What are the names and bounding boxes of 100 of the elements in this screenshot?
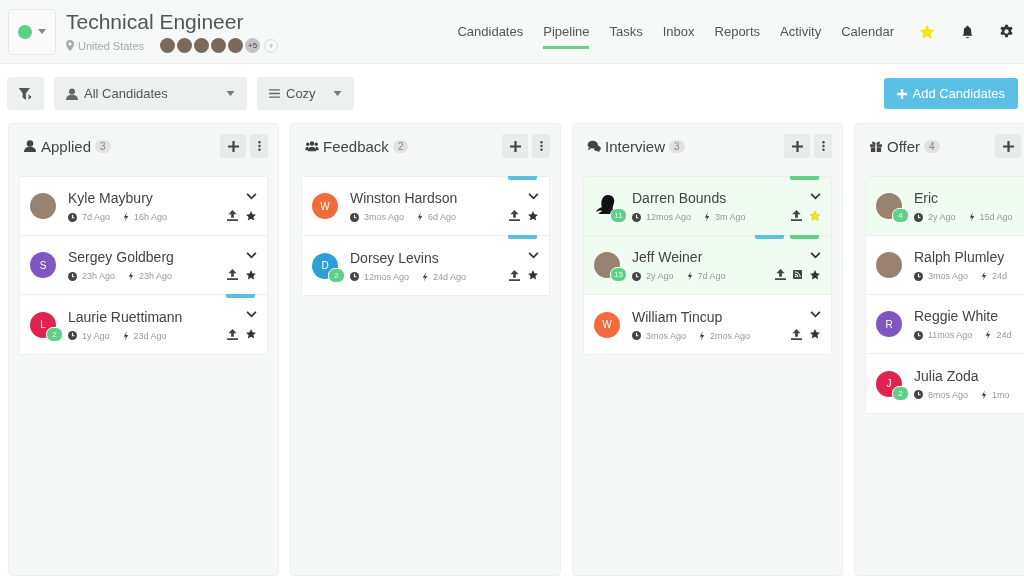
nav-tab[interactable]: Tasks	[609, 18, 643, 49]
stage-icon	[23, 140, 37, 152]
team-avatar[interactable]	[194, 38, 210, 53]
created-time: 2y Ago	[928, 212, 956, 222]
candidate-card[interactable]: 4 Eric 2y Ago 15d Ago	[866, 177, 1024, 236]
star-icon[interactable]	[245, 328, 257, 340]
team-avatar[interactable]	[211, 38, 227, 53]
count-badge: 15	[610, 267, 627, 282]
add-button[interactable]	[995, 134, 1021, 158]
nav-tab[interactable]: Candidates	[457, 18, 524, 49]
candidate-filter-dropdown[interactable]: All Candidates	[54, 77, 247, 110]
candidate-name[interactable]: Darren Bounds	[632, 190, 791, 206]
add-button[interactable]	[220, 134, 246, 158]
candidate-card[interactable]: 15 Jeff Weiner 2y Ago 7d Ago	[584, 236, 831, 295]
initial-avatar: W	[594, 311, 620, 338]
activity-time: 6d Ago	[428, 212, 457, 222]
candidate-name[interactable]: Laurie Ruettimann	[68, 308, 227, 325]
upload-icon[interactable]	[775, 269, 786, 280]
view-density-dropdown[interactable]: Cozy	[257, 77, 354, 110]
activity-time: 24d	[996, 330, 1012, 340]
upload-icon[interactable]	[227, 328, 238, 340]
activity-time: 16h Ago	[134, 212, 168, 222]
candidate-name[interactable]: Ralph Plumley	[914, 249, 1024, 265]
candidate-name[interactable]: Sergey Goldberg	[68, 249, 227, 265]
team-avatar[interactable]	[177, 38, 193, 53]
candidate-name[interactable]: William Tincup	[632, 308, 791, 325]
star-icon[interactable]	[809, 268, 821, 281]
nav-tab[interactable]: Reports	[714, 18, 761, 49]
caret-icon	[333, 91, 342, 96]
upload-icon[interactable]	[509, 269, 520, 281]
lightning-icon	[123, 212, 130, 222]
bell-icon[interactable]	[960, 23, 975, 40]
nav-tab[interactable]: Activity	[780, 18, 822, 49]
upload-icon[interactable]	[227, 210, 238, 221]
team-avatar[interactable]	[228, 38, 244, 53]
clock-icon	[68, 271, 77, 281]
rss-icon[interactable]	[793, 270, 802, 279]
candidate-card[interactable]: Kyle Maybury 7d Ago 16h Ago	[20, 177, 267, 236]
chevron-down-icon[interactable]	[246, 251, 257, 259]
column-title: Interview	[605, 137, 666, 155]
column-title: Offer	[887, 137, 921, 155]
star-icon[interactable]	[245, 209, 257, 222]
plus-icon	[791, 140, 803, 152]
filter-button[interactable]	[7, 77, 44, 110]
candidate-name[interactable]: Julia Zoda	[914, 367, 1024, 384]
nav-tab[interactable]: Inbox	[662, 18, 695, 49]
filter-icon	[18, 87, 33, 100]
clock-icon	[68, 331, 77, 340]
nav-tab[interactable]: Calendar	[841, 18, 894, 49]
settings-icon[interactable]	[999, 24, 1014, 39]
upload-icon[interactable]	[791, 328, 802, 340]
column-title: Applied	[41, 137, 92, 155]
activity-time: 23d Ago	[133, 330, 167, 341]
candidate-card[interactable]: 11 Darren Bounds 12mos Ago 3m Ago	[584, 177, 831, 236]
chevron-down-icon[interactable]	[528, 252, 539, 259]
created-time: 3mos Ago	[364, 212, 405, 222]
nav-tab[interactable]: Pipeline	[543, 18, 590, 49]
candidate-name[interactable]: Jeff Weiner	[632, 249, 775, 265]
created-time: 7d Ago	[82, 212, 111, 222]
clock-icon	[632, 331, 641, 340]
count-badge: 4	[892, 208, 909, 223]
initial-avatar: S	[30, 252, 56, 278]
candidate-name[interactable]: Winston Hardson	[350, 190, 509, 206]
candidate-name[interactable]: Dorsey Levins	[350, 249, 509, 266]
chevron-down-icon[interactable]	[246, 311, 257, 318]
upload-icon[interactable]	[509, 210, 520, 221]
candidate-card[interactable]: L 2 Laurie Ruettimann 1y Ago 23d Ago	[20, 295, 267, 354]
chevron-down-icon[interactable]	[246, 192, 257, 200]
candidate-card[interactable]: D 2 Dorsey Levins 12mos Ago 24d Ago	[302, 236, 549, 295]
lightning-icon	[981, 271, 988, 281]
more-members-count[interactable]: +5	[245, 38, 261, 53]
chevron-down-icon[interactable]	[528, 192, 539, 200]
star-icon[interactable]	[809, 209, 821, 222]
lightning-icon	[981, 389, 988, 400]
candidate-card[interactable]: W Winston Hardson 3mos Ago 6d Ago	[302, 177, 549, 236]
activity-time: 23h Ago	[139, 271, 173, 281]
chevron-down-icon[interactable]	[810, 251, 821, 259]
star-icon[interactable]	[245, 268, 257, 281]
chevron-down-icon[interactable]	[810, 311, 821, 318]
add-button[interactable]	[502, 134, 528, 158]
add-button[interactable]	[784, 134, 810, 158]
candidate-name[interactable]: Eric	[914, 190, 1024, 206]
clock-icon	[914, 390, 923, 399]
stage-icon	[869, 140, 883, 152]
activity-time: 1mo	[992, 389, 1010, 400]
upload-icon[interactable]	[791, 210, 802, 221]
candidate-name[interactable]: Reggie White	[914, 308, 1024, 324]
candidate-name[interactable]: Kyle Maybury	[68, 190, 227, 206]
team-avatar[interactable]	[160, 38, 176, 53]
lightning-icon	[128, 271, 135, 281]
clock-icon	[914, 212, 923, 222]
upload-icon[interactable]	[227, 269, 238, 280]
star-icon[interactable]	[809, 328, 821, 340]
star-icon[interactable]	[527, 269, 539, 281]
star-icon[interactable]	[527, 209, 539, 222]
status-dot	[18, 24, 32, 39]
created-time: 23h Ago	[82, 271, 116, 281]
chevron-down-icon[interactable]	[810, 192, 821, 200]
photo-placeholder	[876, 252, 902, 278]
more-vertical-icon	[257, 140, 261, 152]
